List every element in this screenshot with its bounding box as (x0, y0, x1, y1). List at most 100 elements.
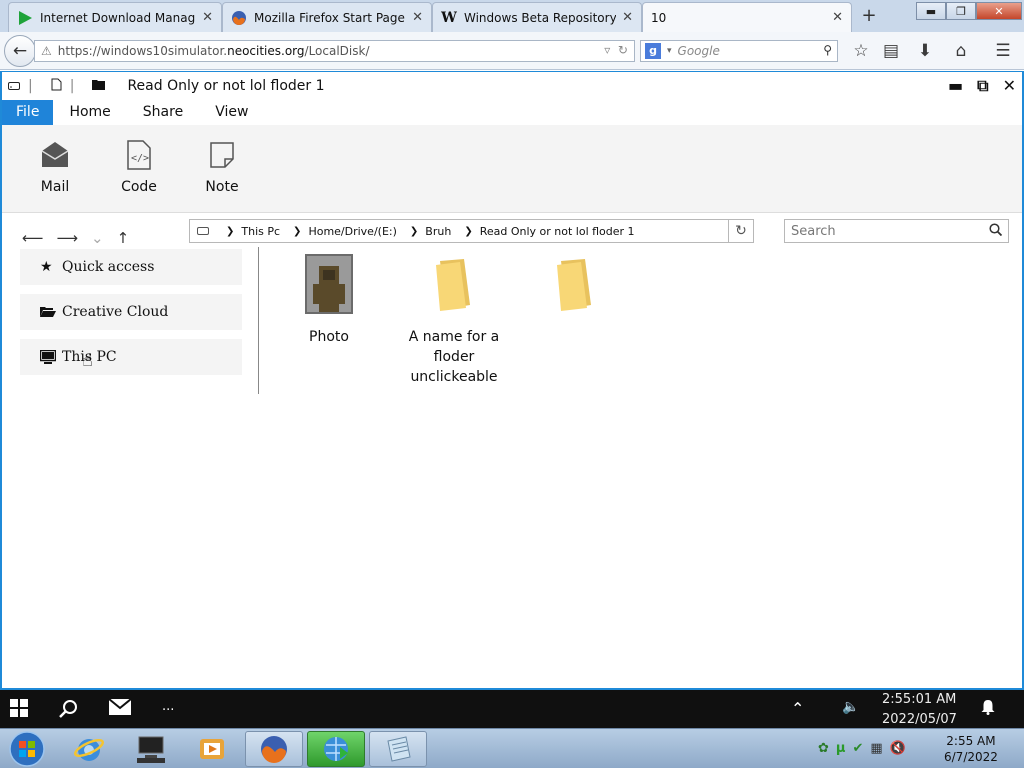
bookmark-star-icon[interactable]: ☆ (850, 41, 872, 61)
win7-clock[interactable]: 2:55 AM 6/7/2022 (944, 733, 998, 765)
tab-windows-beta[interactable]: W Windows Beta Repository -... ✕ (432, 2, 642, 32)
folder-icon (404, 253, 504, 315)
win7-start-orb[interactable] (2, 731, 52, 767)
utorrent-icon[interactable]: µ (836, 741, 846, 756)
clock-date: 2022/05/07 (882, 712, 957, 727)
tab-idm[interactable]: Internet Download Manag... ✕ (8, 2, 222, 32)
menu-home[interactable]: Home (53, 100, 126, 125)
file-item-folder-unnamed[interactable] (525, 253, 625, 327)
close-icon[interactable]: ✕ (622, 10, 633, 25)
network-status-icon[interactable]: ▦ (870, 741, 882, 756)
tab-label: Mozilla Firefox Start Page (254, 10, 405, 25)
close-icon[interactable]: ✕ (412, 10, 423, 25)
file-explorer-window: | | Read Only or not lol floder 1 ▬ ⧉ ✕ … (0, 71, 1024, 690)
breadcrumb-item[interactable]: ❯ Bruh (405, 225, 451, 238)
search-placeholder: Search (791, 223, 836, 239)
firefox-icon (261, 736, 287, 763)
ribbon: Mail </> Code Note (2, 125, 1022, 213)
refresh-button[interactable]: ↻ (728, 219, 754, 243)
win10-clock[interactable]: 2:55:01 AM 2022/05/07 (882, 690, 957, 730)
idm-play-icon (17, 10, 33, 26)
file-item-photo[interactable]: Photo (279, 253, 379, 347)
file-item-folder[interactable]: A name for a floder unclickeable (404, 253, 504, 387)
window-title: Read Only or not lol floder 1 (127, 78, 325, 94)
up-arrow-icon[interactable]: ↑ (117, 229, 130, 247)
mail-icon (25, 139, 85, 171)
volume-icon[interactable]: 🔈 (842, 699, 859, 715)
mail-icon[interactable] (108, 698, 132, 719)
sidebar-item-label: Creative Cloud (62, 304, 169, 320)
maximize-icon[interactable]: ⧉ (977, 76, 988, 96)
search-icon[interactable] (989, 223, 1003, 240)
reading-list-icon[interactable]: ▤ (880, 41, 902, 61)
search-icon[interactable] (59, 699, 79, 723)
chevron-up-icon[interactable]: ⌃ (791, 699, 804, 718)
close-window-button[interactable]: ✕ (976, 2, 1022, 20)
menu-hamburger-icon[interactable]: ☰ (992, 41, 1014, 61)
code-button[interactable]: </> Code (109, 139, 169, 195)
sidebar-item-creative-cloud[interactable]: Creative Cloud (20, 294, 242, 330)
idm-taskbar-button[interactable] (307, 731, 365, 767)
url-bar[interactable]: ⚠ https://windows10simulator. neocities.o… (34, 40, 635, 62)
clock-time: 2:55 AM (946, 734, 996, 748)
browser-search-box[interactable]: g ▾ Google ⚲ (640, 40, 838, 62)
sidebar-item-label: Quick access (62, 259, 155, 275)
network-globe-icon[interactable]: ✿ (818, 741, 829, 756)
back-arrow-icon[interactable]: ⟵ (22, 229, 44, 247)
close-icon[interactable]: ✕ (202, 10, 213, 25)
notepad-taskbar-button[interactable] (369, 731, 427, 767)
quick-access-toolbar: | | (2, 78, 106, 95)
chevron-right-icon: ❯ (409, 225, 419, 237)
breadcrumb-item[interactable]: ❯ Read Only or not lol floder 1 (459, 225, 634, 238)
maximize-button[interactable]: ❐ (946, 2, 976, 20)
tab-firefox-start[interactable]: Mozilla Firefox Start Page ✕ (222, 2, 432, 32)
menu-file[interactable]: File (2, 100, 54, 125)
sidebar-item-quick-access[interactable]: ★ Quick access (20, 249, 242, 285)
download-icon[interactable]: ⬇ (914, 41, 936, 61)
media-player-icon[interactable] (183, 731, 241, 767)
more-apps-ellipsis[interactable]: ... (162, 699, 174, 714)
explorer-search-input[interactable]: Search (784, 219, 1009, 243)
pane-divider (258, 247, 259, 394)
google-icon: g (645, 43, 661, 59)
sidebar-item-this-pc[interactable]: This PC (20, 339, 242, 375)
notification-bell-icon[interactable] (981, 699, 995, 719)
address-bar[interactable]: ❯ This Pc ❯ Home/Drive/(E:) ❯ Bruh ❯ Read On… (189, 219, 729, 243)
windows-start-icon[interactable] (10, 699, 28, 721)
close-icon[interactable]: ✕ (1003, 76, 1016, 96)
minimize-button[interactable]: ▬ (916, 2, 946, 20)
close-icon[interactable]: ✕ (832, 10, 843, 25)
tab-10[interactable]: 10 ✕ (642, 2, 852, 32)
firefox-taskbar-button[interactable] (245, 731, 303, 767)
menu-view[interactable]: View (199, 100, 264, 125)
note-button[interactable]: Note (192, 139, 252, 195)
menu-share[interactable]: Share (127, 100, 199, 125)
drive-icon (197, 225, 209, 238)
file-label: Photo (309, 329, 349, 345)
folder-icon[interactable] (92, 78, 106, 94)
cmd-computer-icon[interactable] (122, 731, 180, 767)
forward-arrow-icon[interactable]: ⟶ (57, 229, 79, 247)
reload-icon[interactable]: ▿ ↻ (604, 43, 628, 57)
new-tab-button[interactable]: + (858, 5, 880, 27)
url-path: /LocalDisk/ (304, 44, 370, 58)
update-check-icon[interactable]: ✔ (852, 741, 863, 756)
home-icon[interactable]: ⌂ (950, 41, 972, 61)
internet-explorer-icon[interactable] (60, 731, 118, 767)
tab-label: 10 (651, 10, 667, 25)
recent-dropdown-icon[interactable]: ⌄ (91, 229, 104, 247)
monitor-icon (40, 350, 56, 364)
photo-thumbnail (279, 253, 379, 315)
search-icon[interactable]: ⚲ (823, 43, 832, 57)
breadcrumb-item[interactable]: ❯ This Pc (221, 225, 280, 238)
new-file-icon[interactable] (51, 78, 62, 95)
explorer-menu-bar: File Home Share View (2, 100, 1022, 125)
breadcrumb-item[interactable]: ❯ Home/Drive/(E:) (288, 225, 397, 238)
back-button[interactable]: ← (4, 35, 36, 67)
mail-button[interactable]: Mail (25, 139, 85, 195)
drive-icon[interactable] (8, 78, 20, 94)
chevron-down-icon[interactable]: ▾ (667, 46, 672, 56)
volume-muted-icon[interactable]: 🔇 (890, 741, 906, 756)
minimize-icon[interactable]: ▬ (948, 76, 963, 96)
window-controls: ▬ ❐ ✕ (916, 2, 1022, 20)
